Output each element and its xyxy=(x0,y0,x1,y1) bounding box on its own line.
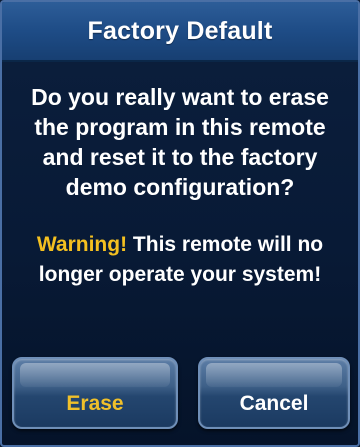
button-highlight xyxy=(206,363,342,387)
dialog-header: Factory Default xyxy=(2,2,358,62)
cancel-button-label: Cancel xyxy=(239,392,309,415)
dialog-title: Factory Default xyxy=(87,16,273,45)
factory-default-dialog: Factory Default Do you really want to er… xyxy=(0,0,360,447)
confirmation-question: Do you really want to erase the program … xyxy=(31,84,329,200)
erase-button[interactable]: Erase xyxy=(12,357,178,429)
button-highlight xyxy=(20,363,170,387)
cancel-button[interactable]: Cancel xyxy=(198,357,350,429)
warning-label: Warning! xyxy=(36,233,128,256)
warning-message: Warning! This remote will no longer oper… xyxy=(8,230,352,290)
erase-button-label: Erase xyxy=(66,392,124,415)
